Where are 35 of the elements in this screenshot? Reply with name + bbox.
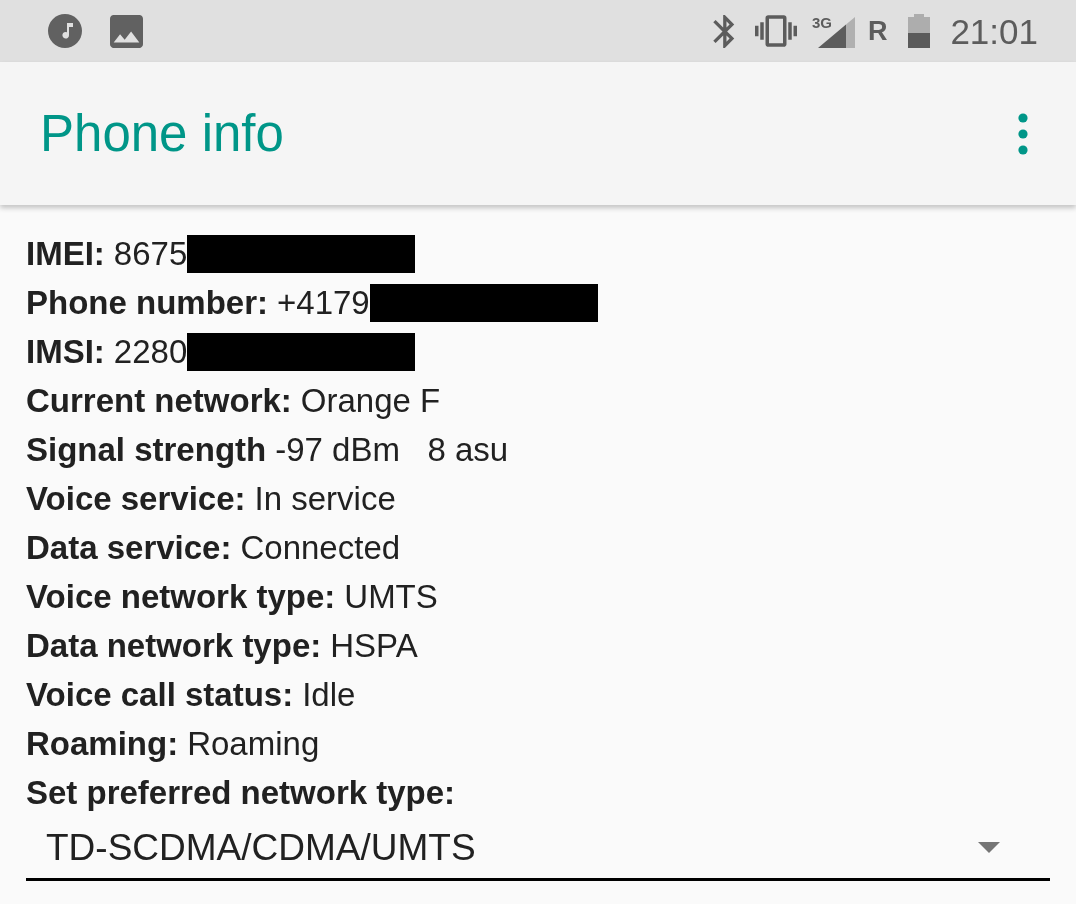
bluetooth-icon [712,14,735,48]
roaming-indicator: R [867,17,888,45]
more-options-icon[interactable] [1018,112,1028,155]
field-value: Idle [302,678,356,711]
field-value: UMTS [344,580,438,613]
field-label: Voice network type: [26,580,336,613]
field-label: Data service: [26,531,232,564]
field-value: 2280 [113,335,188,368]
music-note-icon [48,14,82,48]
field-value: +4179 [277,286,370,319]
field-label: Set preferred network type: [26,776,456,809]
image-icon [110,14,143,48]
field-label: Voice call status: [26,678,294,711]
field-value: Connected [240,531,401,564]
field-value: Orange F [300,384,441,417]
caret-icon [978,842,1000,853]
field-label: Voice service: [26,482,246,515]
clock-time: 21:01 [950,13,1038,49]
field-label: IMSI: [26,335,105,368]
field-label: Data network type: [26,629,322,662]
network-type-label: 3G [811,15,832,30]
vibrate-icon [754,14,797,48]
field-value: HSPA [330,629,418,662]
app-title: Phone info [40,108,284,159]
field-value: 8675 [113,237,188,270]
field-value: In service [254,482,396,515]
field-label: Roaming: [26,727,179,760]
field-label: IMEI: [26,237,105,270]
network-type-dropdown[interactable]: TD-SCDMA/CDMA/UMTS [26,817,1050,881]
field-value: Roaming [187,727,320,760]
battery-icon [908,14,931,48]
field-value: -97 dBm 8 asu [275,433,509,466]
field-label: Phone number: [26,286,268,319]
field-label: Signal strength [26,433,267,466]
field-label: Current network: [26,384,292,417]
